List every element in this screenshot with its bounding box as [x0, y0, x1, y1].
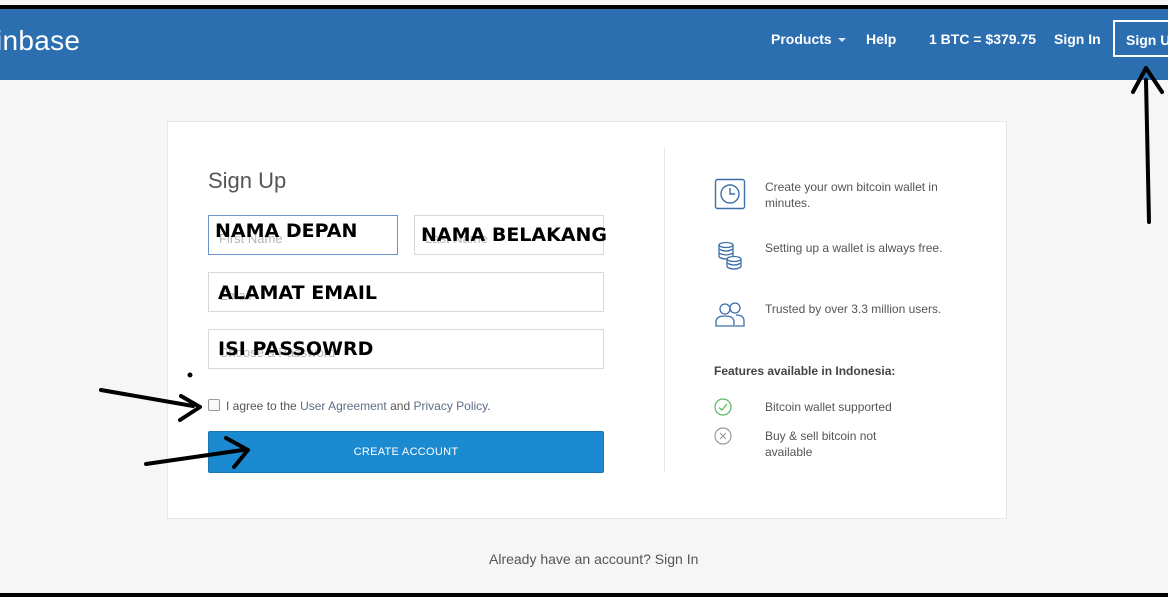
x-circle-icon [714, 427, 732, 445]
annotation-last-name: NAMA BELAKANG [421, 224, 608, 246]
btc-price-ticker: 1 BTC = $379.75 [929, 31, 1037, 47]
feature-text-trusted: Trusted by over 3.3 million users. [765, 302, 942, 316]
agree-prefix: I agree to the [226, 399, 301, 413]
agree-period: . [487, 399, 491, 413]
agree-and: and [386, 399, 414, 413]
terms-checkbox[interactable] [208, 399, 220, 411]
nav-products-label: Products [771, 31, 832, 47]
column-divider [664, 147, 665, 472]
availability-buy-sell: Buy & sell bitcoin not available [765, 429, 877, 459]
users-icon [715, 302, 745, 327]
nav-help-link[interactable]: Help [866, 31, 896, 47]
top-navbar: inbase Products Help 1 BTC = $379.75 Sig… [0, 9, 1168, 80]
footer-signin-link[interactable]: Sign In [655, 551, 699, 567]
already-prefix: Already have an account? [489, 551, 655, 567]
annotation-password: ISI PASSOWRD [218, 338, 374, 360]
brand-logo[interactable]: inbase [0, 25, 80, 57]
nav-products-menu[interactable]: Products [771, 31, 846, 47]
user-agreement-link[interactable]: User Agreement [300, 399, 387, 413]
annotation-email: ALAMAT EMAIL [218, 282, 377, 304]
coins-icon [718, 241, 742, 270]
create-account-button[interactable]: CREATE ACCOUNT [208, 431, 604, 473]
annotation-first-name: NAMA DEPAN [215, 220, 358, 242]
nav-signin-link[interactable]: Sign In [1054, 31, 1101, 47]
availability-wallet: Bitcoin wallet supported [765, 400, 892, 414]
bottom-margin [0, 597, 1168, 613]
feature-text-free: Setting up a wallet is always free. [765, 241, 943, 255]
privacy-policy-link[interactable]: Privacy Policy [413, 399, 487, 413]
feature-text-wallet: Create your own bitcoin wallet in minute… [765, 180, 938, 210]
signup-card: Sign Up First Name Last Name Email Choos… [167, 121, 1007, 519]
chevron-down-icon [837, 38, 846, 43]
arrow-to-signup-shaft [1144, 78, 1151, 224]
clock-icon [714, 178, 746, 210]
nav-signup-button[interactable]: Sign Up [1113, 20, 1168, 57]
page-title: Sign Up [208, 168, 287, 193]
availability-heading: Features available in Indonesia: [714, 364, 896, 378]
terms-agreement: I agree to the User Agreement and Privac… [208, 399, 491, 413]
check-circle-icon [714, 398, 732, 416]
already-have-account: Already have an account? Sign In [489, 551, 698, 567]
